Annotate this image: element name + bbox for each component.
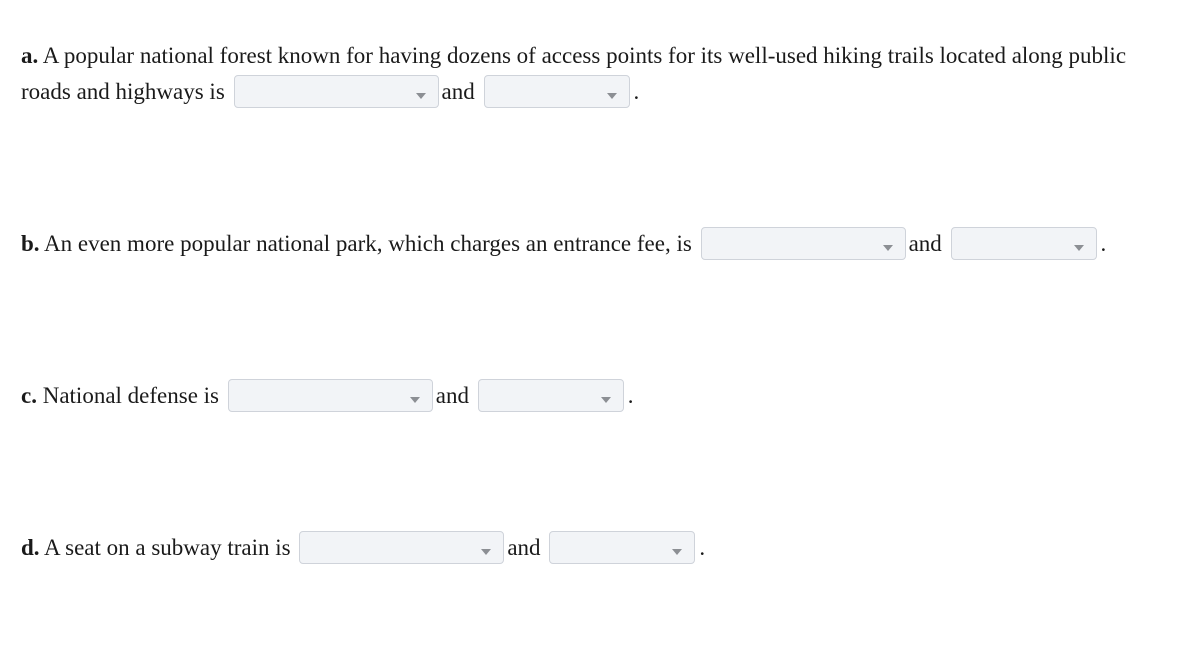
- connector-and: and: [435, 383, 469, 408]
- question-c-label: c.: [21, 383, 37, 408]
- connector-and: and: [507, 535, 541, 560]
- period: .: [699, 535, 706, 560]
- question-b-label: b.: [21, 231, 40, 256]
- chevron-down-icon: [1073, 245, 1084, 252]
- period: .: [633, 79, 640, 104]
- question-c: c. National defense is and .: [21, 378, 633, 414]
- connector-and: and: [441, 79, 475, 104]
- question-a-dropdown-2[interactable]: [483, 75, 630, 109]
- chevron-down-icon: [481, 549, 492, 556]
- question-c-dropdown-2[interactable]: [477, 379, 624, 413]
- question-a-line1: a. A popular national forest known for h…: [21, 38, 1126, 74]
- chevron-down-icon: [409, 397, 420, 404]
- period: .: [627, 383, 634, 408]
- question-a-text-cont: roads and highways is: [21, 79, 225, 104]
- question-a-label: a.: [21, 43, 39, 68]
- period: .: [1100, 231, 1107, 256]
- question-a: a. A popular national forest known for h…: [21, 38, 1126, 110]
- chevron-down-icon: [600, 397, 611, 404]
- question-d-dropdown-1[interactable]: [299, 531, 505, 565]
- chevron-down-icon: [672, 549, 683, 556]
- question-d-label: d.: [21, 535, 40, 560]
- connector-and: and: [908, 231, 942, 256]
- question-a-text: A popular national forest known for havi…: [38, 43, 1127, 68]
- question-b-dropdown-2[interactable]: [950, 227, 1097, 261]
- question-a-line2: roads and highways is and .: [21, 74, 1126, 110]
- question-d-dropdown-2[interactable]: [549, 531, 696, 565]
- chevron-down-icon: [882, 245, 893, 252]
- question-b: b. An even more popular national park, w…: [21, 226, 1106, 262]
- question-d-text: A seat on a subway train is: [39, 535, 291, 560]
- question-b-text: An even more popular national park, whic…: [39, 231, 692, 256]
- question-d: d. A seat on a subway train is and .: [21, 530, 705, 566]
- question-b-dropdown-1[interactable]: [700, 227, 906, 261]
- chevron-down-icon: [415, 93, 426, 100]
- question-c-text: National defense is: [36, 383, 219, 408]
- question-a-dropdown-1[interactable]: [233, 75, 439, 109]
- question-c-dropdown-1[interactable]: [227, 379, 433, 413]
- chevron-down-icon: [606, 93, 617, 100]
